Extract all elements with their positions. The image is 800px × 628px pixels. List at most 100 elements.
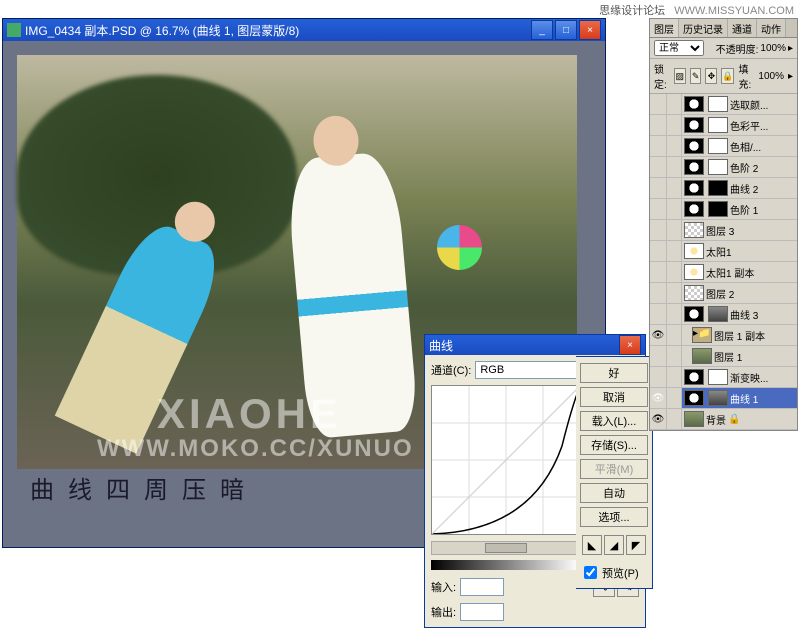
visibility-toggle-icon[interactable]	[650, 283, 667, 303]
visibility-toggle-icon[interactable]	[650, 94, 667, 114]
output-value-field[interactable]	[460, 603, 504, 621]
link-cell[interactable]	[667, 136, 682, 156]
layer-name[interactable]: 太阳1 副本	[706, 265, 756, 280]
layer-row[interactable]: 👁 曲线 1	[650, 388, 797, 409]
curve-graph[interactable]	[431, 385, 581, 535]
link-cell[interactable]	[667, 325, 682, 345]
layer-name[interactable]: 太阳1	[706, 244, 734, 259]
link-cell[interactable]	[667, 262, 682, 282]
link-cell[interactable]	[667, 346, 682, 366]
auto-button[interactable]: 自动	[580, 483, 648, 503]
layer-name[interactable]: 渐变映...	[730, 370, 770, 385]
link-cell[interactable]	[667, 283, 682, 303]
visibility-toggle-icon[interactable]	[650, 115, 667, 135]
link-cell[interactable]	[667, 367, 682, 387]
link-cell[interactable]	[667, 157, 682, 177]
lock-position-icon[interactable]: ✥	[705, 68, 717, 84]
layer-name[interactable]: 图层 1	[714, 349, 744, 364]
link-cell[interactable]	[667, 220, 682, 240]
visibility-toggle-icon[interactable]	[650, 136, 667, 156]
visibility-toggle-icon[interactable]	[650, 346, 667, 366]
document-titlebar[interactable]: IMG_0434 副本.PSD @ 16.7% (曲线 1, 图层蒙版/8) _…	[3, 19, 605, 41]
visibility-toggle-icon[interactable]	[650, 220, 667, 240]
link-cell[interactable]	[667, 241, 682, 261]
link-cell[interactable]	[667, 388, 682, 408]
layer-row[interactable]: 太阳1	[650, 241, 797, 262]
load-button[interactable]: 载入(L)...	[580, 411, 648, 431]
tab-layers[interactable]: 图层	[650, 19, 679, 37]
layer-row[interactable]: 色阶 2	[650, 157, 797, 178]
eyedropper-white-icon[interactable]: ◤	[626, 535, 646, 555]
fill-value[interactable]: 100%	[758, 71, 784, 82]
layer-name[interactable]: 图层 2	[706, 286, 736, 301]
layer-name[interactable]: 背景	[706, 412, 728, 427]
layer-row[interactable]: 太阳1 副本	[650, 262, 797, 283]
layer-name[interactable]: 色彩平...	[730, 118, 770, 133]
tab-channels[interactable]: 通道	[728, 19, 757, 37]
input-value-field[interactable]	[460, 578, 504, 596]
minimize-button[interactable]: _	[531, 20, 553, 40]
layer-name[interactable]: 色阶 1	[730, 202, 760, 217]
tab-actions[interactable]: 动作	[757, 19, 786, 37]
layer-name[interactable]: 选取颜...	[730, 97, 770, 112]
forum-link[interactable]: 思缘设计论坛	[599, 5, 665, 17]
layer-row[interactable]: 👁背景🔒	[650, 409, 797, 430]
visibility-toggle-icon[interactable]	[650, 304, 667, 324]
layer-row[interactable]: 👁▸📁图层 1 副本	[650, 325, 797, 346]
maximize-button[interactable]: □	[555, 20, 577, 40]
eyedropper-gray-icon[interactable]: ◢	[604, 535, 624, 555]
smooth-button[interactable]: 平滑(M)	[580, 459, 648, 479]
layer-row[interactable]: 曲线 2	[650, 178, 797, 199]
eyedropper-black-icon[interactable]: ◣	[582, 535, 602, 555]
tab-history[interactable]: 历史记录	[679, 19, 728, 37]
blend-mode-select[interactable]: 正常	[654, 40, 704, 56]
layer-name[interactable]: 色阶 2	[730, 160, 760, 175]
layer-row[interactable]: 色相/...	[650, 136, 797, 157]
layer-row[interactable]: 图层 2	[650, 283, 797, 304]
layer-row[interactable]: 色阶 1	[650, 199, 797, 220]
layer-name[interactable]: 图层 3	[706, 223, 736, 238]
layer-name[interactable]: 曲线 1	[730, 391, 760, 406]
curves-titlebar[interactable]: 曲线 ×	[425, 335, 645, 355]
layer-name[interactable]: 曲线 3	[730, 307, 760, 322]
curves-close-button[interactable]: ×	[619, 335, 641, 355]
layer-name[interactable]: 色相/...	[730, 139, 763, 154]
lock-all-icon[interactable]: 🔒	[721, 68, 734, 84]
close-button[interactable]: ×	[579, 20, 601, 40]
layer-row[interactable]: 曲线 3	[650, 304, 797, 325]
lock-paint-icon[interactable]: ✎	[690, 68, 702, 84]
link-cell[interactable]	[667, 409, 682, 429]
ok-button[interactable]: 好	[580, 363, 648, 383]
options-button[interactable]: 选项...	[580, 507, 648, 527]
link-cell[interactable]	[667, 94, 682, 114]
layer-list[interactable]: 选取颜... 色彩平... 色相/... 色阶 2 曲线 2 色阶 1 图层 3 太阳1 太阳1…	[650, 94, 797, 430]
visibility-toggle-icon[interactable]: 👁	[650, 388, 667, 408]
visibility-toggle-icon[interactable]	[650, 199, 667, 219]
preview-checkbox-label[interactable]: 预览(P)	[580, 563, 648, 582]
layer-name[interactable]: 图层 1 副本	[714, 328, 767, 343]
visibility-toggle-icon[interactable]	[650, 241, 667, 261]
visibility-toggle-icon[interactable]: 👁	[650, 409, 667, 429]
layer-row[interactable]: 色彩平...	[650, 115, 797, 136]
visibility-toggle-icon[interactable]	[650, 157, 667, 177]
curve-zoom-slider[interactable]	[431, 541, 581, 555]
lock-transparency-icon[interactable]: ▨	[674, 68, 686, 84]
visibility-toggle-icon[interactable]	[650, 178, 667, 198]
link-cell[interactable]	[667, 199, 682, 219]
link-cell[interactable]	[667, 115, 682, 135]
preview-checkbox[interactable]	[584, 566, 597, 579]
visibility-toggle-icon[interactable]	[650, 262, 667, 282]
link-cell[interactable]	[667, 304, 682, 324]
opacity-value[interactable]: 100%	[760, 43, 786, 54]
layer-row[interactable]: 图层 1	[650, 346, 797, 367]
visibility-toggle-icon[interactable]: 👁	[650, 325, 667, 345]
layer-row[interactable]: 选取颜...	[650, 94, 797, 115]
layer-name[interactable]: 曲线 2	[730, 181, 760, 196]
link-cell[interactable]	[667, 178, 682, 198]
layer-row[interactable]: 图层 3	[650, 220, 797, 241]
visibility-toggle-icon[interactable]	[650, 367, 667, 387]
cancel-button[interactable]: 取消	[580, 387, 648, 407]
save-button[interactable]: 存储(S)...	[580, 435, 648, 455]
mask-thumb-icon	[708, 369, 728, 385]
layer-row[interactable]: 渐变映...	[650, 367, 797, 388]
